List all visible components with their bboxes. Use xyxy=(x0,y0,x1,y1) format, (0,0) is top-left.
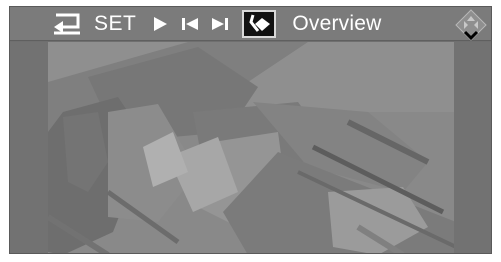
set-button[interactable]: SET xyxy=(94,11,136,37)
left-side-panel xyxy=(10,42,48,253)
navigation-diamond-icon[interactable] xyxy=(455,9,487,41)
overview-label[interactable]: Overview xyxy=(292,11,381,37)
toolbar: SET Overview xyxy=(10,7,491,41)
toolbar-controls: SET Overview xyxy=(50,7,381,41)
play-icon[interactable] xyxy=(150,11,170,37)
skip-previous-icon[interactable] xyxy=(180,11,200,37)
route-icon xyxy=(249,14,271,32)
right-side-panel xyxy=(454,42,491,253)
route-button[interactable] xyxy=(242,10,277,38)
skip-next-icon[interactable] xyxy=(210,11,230,37)
rider-camera-image xyxy=(48,42,456,253)
back-arrow-icon[interactable] xyxy=(50,11,84,37)
display-screen: SET Overview xyxy=(9,6,492,254)
video-frame xyxy=(48,42,456,253)
